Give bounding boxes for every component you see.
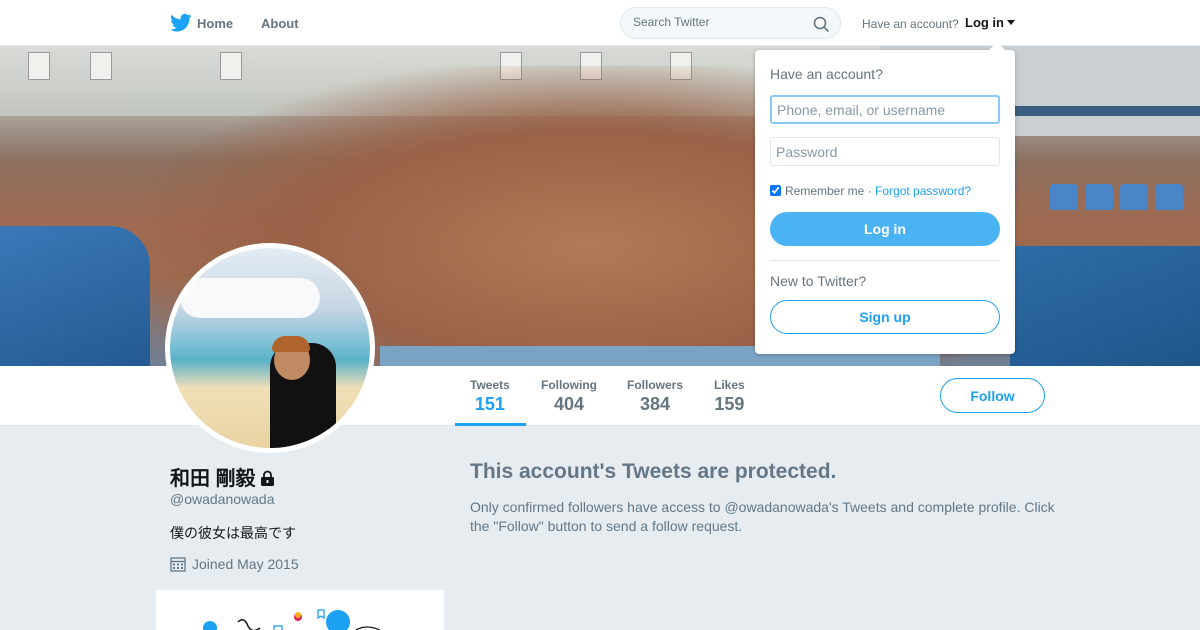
banner-blue-tarp (1010, 246, 1200, 366)
stat-value: 151 (474, 394, 505, 414)
search-icon[interactable] (813, 16, 829, 32)
stat-label: Followers (627, 378, 684, 392)
signup-button[interactable]: Sign up (770, 300, 1000, 334)
stat-value: 159 (714, 394, 745, 414)
remember-me-checkbox[interactable] (770, 185, 781, 196)
sidebar-illustration-card (156, 590, 444, 630)
login-dropdown-toggle[interactable]: Log in (965, 15, 1015, 30)
banner-chair (1050, 184, 1078, 210)
profile-handle[interactable]: @owadanowada (170, 491, 275, 507)
login-link-label: Log in (965, 15, 1004, 30)
calendar-icon (170, 557, 186, 572)
profile-joined: Joined May 2015 (170, 556, 299, 572)
password-field[interactable] (770, 137, 1000, 166)
username-field[interactable] (770, 95, 1000, 124)
banner-blue-tarp (0, 226, 150, 366)
stat-tweets[interactable]: Tweets 151 (470, 378, 510, 415)
login-button[interactable]: Log in (770, 212, 1000, 246)
protected-title: This account's Tweets are protected. (470, 460, 837, 483)
stat-value: 384 (639, 394, 671, 414)
signup-illustration (203, 609, 381, 630)
remember-row: Remember me · Forgot password? (770, 184, 971, 198)
stat-likes[interactable]: Likes 159 (714, 378, 745, 415)
avatar-cloud (180, 278, 320, 318)
remember-me-label[interactable]: Remember me (785, 184, 864, 198)
twitter-bird-icon[interactable] (170, 13, 192, 33)
profile-name-text: 和田 剛毅 (170, 468, 256, 490)
stat-value: 404 (553, 394, 585, 414)
stat-followers[interactable]: Followers 384 (627, 378, 683, 415)
banner-poster (28, 52, 50, 80)
nav-home-link[interactable]: Home (197, 16, 233, 31)
stat-label: Tweets (470, 378, 510, 392)
forgot-password-link[interactable]: Forgot password? (875, 184, 971, 198)
profile-name[interactable]: 和田 剛毅 (170, 462, 275, 491)
lock-icon (260, 470, 274, 486)
caret-down-icon (1007, 20, 1015, 25)
search-input[interactable] (633, 15, 803, 29)
profile-bio: 僕の彼女は最高です (170, 525, 296, 541)
login-dropdown: Have an account? Remember me · Forgot pa… (755, 42, 1015, 354)
dropdown-divider (770, 260, 1000, 261)
new-to-twitter-text: New to Twitter? (770, 273, 867, 289)
active-tab-indicator (455, 423, 526, 426)
joined-date: Joined May 2015 (192, 556, 299, 572)
stat-label: Likes (714, 378, 745, 392)
banner-chair (1120, 184, 1148, 210)
stat-label: Following (541, 378, 597, 392)
nav-about-link[interactable]: About (261, 16, 299, 31)
banner-poster (90, 52, 112, 80)
search-box[interactable] (620, 7, 841, 39)
banner-chair (1155, 184, 1183, 210)
stat-following[interactable]: Following 404 (541, 378, 597, 415)
avatar-hair (272, 336, 310, 352)
dropdown-title: Have an account? (770, 66, 883, 82)
avatar[interactable] (165, 243, 375, 453)
top-nav: Home About Have an account? Log in (0, 0, 1200, 46)
banner-chair (1085, 184, 1113, 210)
have-account-text: Have an account? (862, 17, 959, 31)
separator-dot: · (864, 184, 876, 198)
follow-button[interactable]: Follow (940, 378, 1045, 413)
protected-body: Only confirmed followers have access to … (470, 499, 1055, 534)
